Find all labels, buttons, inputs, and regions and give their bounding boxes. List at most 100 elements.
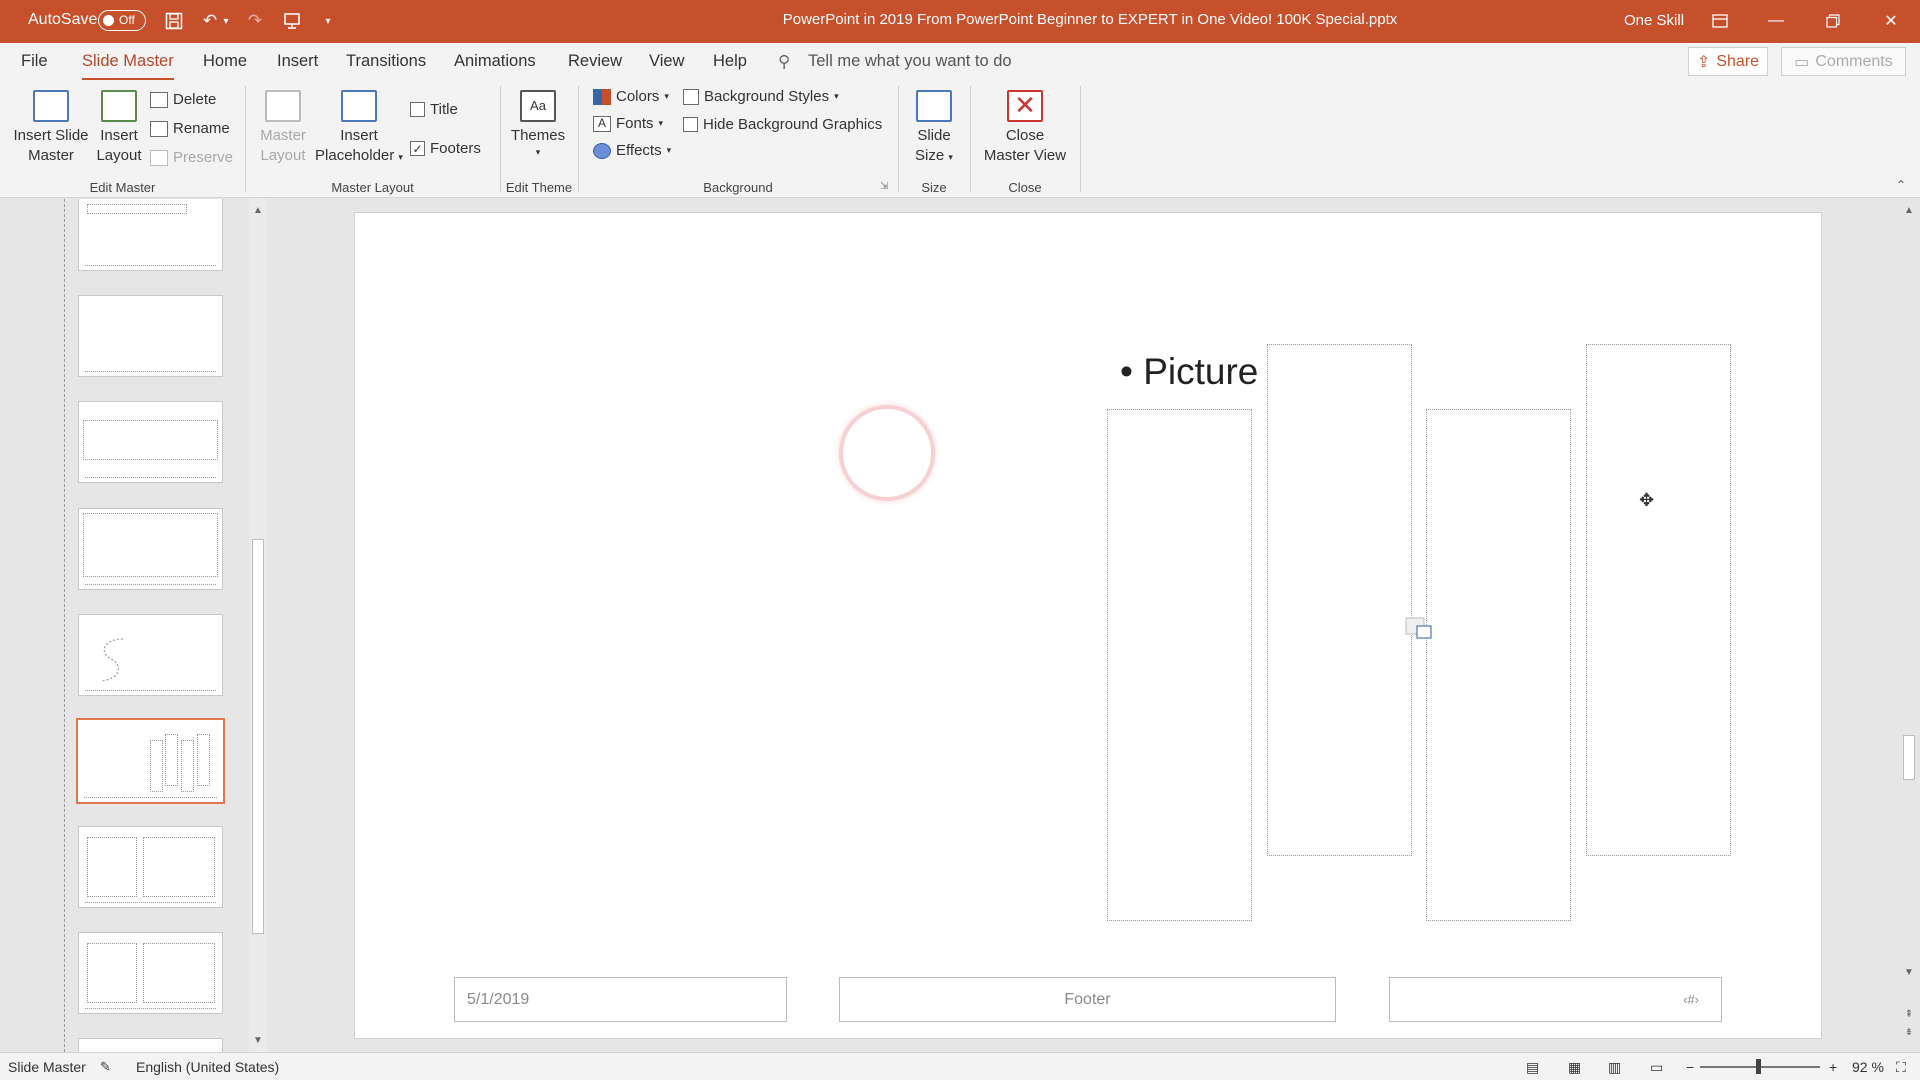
undo-icon[interactable]: ↶ xyxy=(198,9,222,33)
restore-icon[interactable] xyxy=(1813,6,1853,36)
chevron-down-icon: ▾ xyxy=(398,152,403,162)
rename-button[interactable]: Rename xyxy=(150,120,230,137)
tab-help[interactable]: Help xyxy=(713,52,747,71)
picture-placeholder-3[interactable] xyxy=(1426,409,1571,921)
zoom-level[interactable]: 92 % xyxy=(1852,1059,1884,1075)
fit-slide-icon[interactable]: ⛶ xyxy=(1896,1059,1906,1076)
zoom-out-icon[interactable]: − xyxy=(1686,1059,1694,1075)
picture-placeholder-1[interactable] xyxy=(1107,409,1252,921)
footer-placeholder[interactable]: Footer xyxy=(839,977,1336,1022)
autosave-toggle[interactable]: Off xyxy=(98,10,146,31)
slide-sorter-icon[interactable]: ▦ xyxy=(1568,1059,1581,1076)
title-checkbox-label: Title xyxy=(430,101,458,118)
thumbnail-layout[interactable] xyxy=(78,932,223,1014)
themes-button[interactable]: Aa Themes ▾ xyxy=(508,90,568,158)
slide-master-icon xyxy=(33,90,69,122)
reading-view-icon[interactable]: ▥ xyxy=(1608,1059,1621,1076)
thumbnail-scroll-thumb[interactable] xyxy=(252,539,264,934)
collapse-ribbon-icon[interactable]: ⌃ xyxy=(1896,178,1906,192)
slide-scrollbar[interactable]: ▲ ▼ ⇞ ⇟ xyxy=(1900,199,1918,1052)
chevron-down-icon: ▾ xyxy=(664,91,669,101)
thumbnail-layout[interactable] xyxy=(78,401,223,483)
master-layout-icon xyxy=(265,90,301,122)
title-checkbox[interactable]: Title xyxy=(410,101,458,118)
picture-placeholder-4[interactable] xyxy=(1586,344,1731,856)
chevron-down-icon: ▾ xyxy=(666,145,672,155)
previous-slide-icon[interactable]: ⇞ xyxy=(1900,1009,1918,1020)
spelling-check-icon[interactable]: ✎ xyxy=(100,1059,111,1075)
title-checkbox-box[interactable] xyxy=(410,102,425,117)
thumbnail-scrollbar[interactable]: ▲ ▼ xyxy=(249,199,267,1052)
comments-label: Comments xyxy=(1815,52,1893,70)
close-window-icon[interactable]: ✕ xyxy=(1871,6,1911,36)
thumbnail-layout[interactable] xyxy=(78,295,223,377)
tab-insert[interactable]: Insert xyxy=(277,52,318,71)
master-layout-button[interactable]: Master Layout xyxy=(254,90,312,166)
hide-background-graphics-checkbox[interactable]: Hide Background Graphics xyxy=(683,116,882,133)
group-separator xyxy=(970,86,971,192)
picture-insert-icon[interactable] xyxy=(1405,617,1433,643)
slide-number-placeholder[interactable]: ‹#› xyxy=(1389,977,1722,1022)
thumbnail-layout[interactable] xyxy=(78,826,223,908)
normal-view-icon[interactable]: ▤ xyxy=(1526,1059,1539,1076)
scroll-down-icon[interactable]: ▼ xyxy=(249,1035,267,1046)
effects-button[interactable]: Effects ▾ xyxy=(593,142,671,159)
slide-canvas[interactable]: • Picture ✥ 5/1/2019 Footer ‹#› xyxy=(354,212,1822,1039)
background-styles-button[interactable]: Background Styles ▾ xyxy=(683,88,839,105)
minimize-icon[interactable]: — xyxy=(1756,6,1796,36)
slideshow-icon[interactable]: ▭ xyxy=(1650,1059,1663,1076)
preserve-icon xyxy=(150,149,168,166)
next-slide-icon[interactable]: ⇟ xyxy=(1900,1027,1918,1038)
slide-size-label-2: Size xyxy=(915,147,945,164)
tab-slide-master[interactable]: Slide Master xyxy=(82,52,174,81)
tab-animations[interactable]: Animations xyxy=(454,52,536,71)
insert-slide-master-label-1: Insert Slide xyxy=(13,127,89,144)
tell-me-input[interactable]: Tell me what you want to do xyxy=(808,52,1012,71)
scroll-up-icon[interactable]: ▲ xyxy=(1900,205,1918,216)
scroll-up-icon[interactable]: ▲ xyxy=(249,205,267,216)
hide-background-graphics-box[interactable] xyxy=(683,117,698,132)
background-group-label: Background xyxy=(703,180,773,195)
thumbnail-layout-selected[interactable] xyxy=(76,718,225,804)
tab-home[interactable]: Home xyxy=(203,52,247,71)
zoom-in-icon[interactable]: + xyxy=(1829,1059,1837,1075)
tab-view[interactable]: View xyxy=(649,52,684,71)
dialog-launcher-icon[interactable]: ⇲ xyxy=(880,181,888,192)
share-button[interactable]: ⇪ Share xyxy=(1688,47,1768,76)
scroll-down-icon[interactable]: ▼ xyxy=(1900,967,1918,978)
user-name[interactable]: One Skill xyxy=(1624,12,1684,29)
thumbnail-layout[interactable] xyxy=(78,614,223,696)
present-icon[interactable] xyxy=(280,9,304,33)
picture-placeholder-bullet[interactable]: • Picture xyxy=(1120,351,1258,393)
ribbon-display-icon[interactable] xyxy=(1700,6,1740,36)
tab-file[interactable]: File xyxy=(21,52,48,71)
thumbnail-layout[interactable] xyxy=(78,1038,223,1052)
colors-label: Colors xyxy=(616,88,660,105)
tab-transitions[interactable]: Transitions xyxy=(346,52,426,71)
insert-placeholder-button[interactable]: Insert Placeholder ▾ xyxy=(312,90,406,167)
save-icon[interactable] xyxy=(162,9,186,33)
insert-layout-button[interactable]: Insert Layout xyxy=(94,90,144,166)
date-placeholder[interactable]: 5/1/2019 xyxy=(454,977,787,1022)
slide-size-button[interactable]: Slide Size ▾ xyxy=(906,90,962,167)
group-separator xyxy=(500,86,501,192)
slide-scroll-thumb[interactable] xyxy=(1903,735,1915,780)
language[interactable]: English (United States) xyxy=(136,1059,279,1075)
colors-button[interactable]: Colors ▾ xyxy=(593,88,669,105)
thumbnail-layout[interactable] xyxy=(78,508,223,590)
picture-placeholder-2[interactable] xyxy=(1267,344,1412,856)
footers-checkbox-box[interactable]: ✓ xyxy=(410,141,425,156)
comments-button[interactable]: ▭ Comments xyxy=(1781,47,1906,76)
undo-dropdown-icon[interactable]: ▾ xyxy=(220,9,232,33)
preserve-button[interactable]: Preserve xyxy=(150,149,233,166)
fonts-button[interactable]: A Fonts ▾ xyxy=(593,115,663,132)
tab-review[interactable]: Review xyxy=(568,52,622,71)
insert-slide-master-button[interactable]: Insert Slide Master xyxy=(10,90,92,166)
footers-checkbox[interactable]: ✓ Footers xyxy=(410,140,481,157)
thumbnail-layout[interactable] xyxy=(78,199,223,271)
customize-toolbar-icon[interactable]: ▾ xyxy=(316,9,340,33)
delete-button[interactable]: Delete xyxy=(150,91,216,108)
redo-icon[interactable]: ↷ xyxy=(243,9,267,33)
close-master-view-button[interactable]: ✕ Close Master View xyxy=(978,90,1072,166)
zoom-slider-thumb[interactable] xyxy=(1756,1059,1761,1074)
